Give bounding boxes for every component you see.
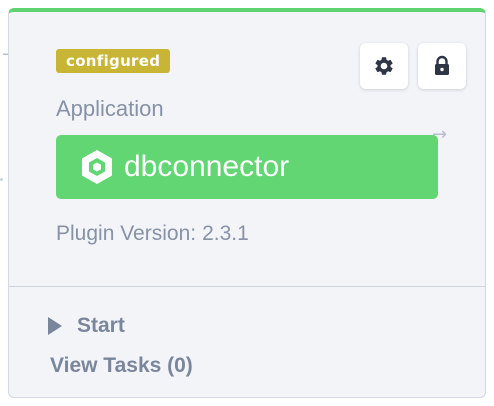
application-card[interactable]: configured Application dbconnector Plugi… [8,8,486,398]
plugin-version-label: Plugin Version: [56,222,197,245]
plugin-version: Plugin Version: 2.3.1 [56,220,249,248]
gear-icon [375,57,393,75]
lock-button[interactable] [418,43,466,89]
start-label: Start [77,314,125,337]
status-badge: configured [56,49,171,73]
canvas: → → --→ configured Application [0,0,494,406]
application-name: dbconnector [124,150,290,183]
connector-arrow-icon: → [432,124,448,145]
hexagon-icon [78,147,116,187]
view-tasks-link[interactable]: View Tasks (0) [50,352,193,380]
application-name-bar[interactable]: dbconnector [56,135,438,199]
lock-icon [435,55,449,75]
settings-button[interactable] [360,43,408,89]
connector-dot [0,178,3,181]
play-icon [47,316,63,336]
start-action[interactable]: Start [47,312,125,340]
card-divider [9,286,485,287]
plugin-version-value: 2.3.1 [202,222,249,245]
application-type-label: Application [56,96,164,121]
